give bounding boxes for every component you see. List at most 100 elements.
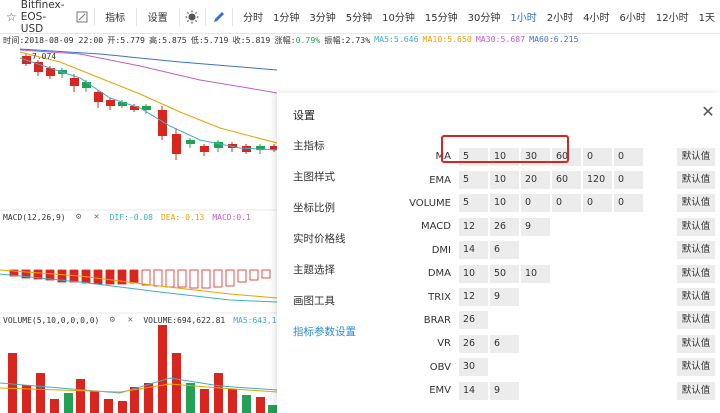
reset-default-button[interactable]: 默认值 [677, 334, 715, 353]
reset-default-button[interactable]: 默认值 [677, 311, 715, 330]
settings-menu-item[interactable]: 指标参数设置 [293, 325, 356, 356]
param-input[interactable]: 0 [614, 194, 643, 213]
settings-menu-item[interactable]: 画图工具 [293, 294, 356, 325]
timeframe-tab[interactable]: 15分钟 [420, 9, 463, 24]
reset-default-button[interactable]: 默认值 [677, 217, 715, 236]
candle-body [142, 106, 151, 110]
theme-sun-icon[interactable] [185, 9, 199, 25]
param-row-label: VOLUME [409, 197, 451, 209]
settings-menu-item[interactable]: 主图样式 [293, 170, 356, 201]
volume-title: VOLUME(5,10,0,0,0,0) [3, 315, 100, 325]
param-input[interactable]: 9 [490, 288, 519, 307]
timeframe-tab[interactable]: 12小时 [651, 9, 694, 24]
timeframe-tab[interactable]: 2小时 [542, 9, 578, 24]
timeframe-tab[interactable]: 1分钟 [268, 9, 304, 24]
param-input[interactable]: 9 [490, 381, 519, 400]
param-input[interactable]: 30 [459, 358, 488, 377]
toolbar: ☆ Bitfinex-EOS-USD 指标 设置 分时 1分钟 3分钟 5分钟 10分钟… [0, 0, 720, 35]
reset-default-button[interactable]: 默认值 [677, 194, 715, 213]
param-input[interactable]: 10 [490, 171, 519, 190]
settings-menu-item[interactable]: 实时价格线 [293, 232, 356, 263]
param-input[interactable]: 14 [459, 381, 488, 400]
settings-button[interactable]: 设置 [143, 9, 173, 24]
param-row: TRIX 12 9 默认值 [397, 285, 718, 308]
timeframe-tab[interactable]: 分时 [238, 9, 268, 24]
param-input[interactable]: 50 [490, 264, 519, 283]
macd-bar [249, 269, 259, 281]
param-input[interactable]: 26 [459, 311, 488, 330]
timeframe-tab[interactable]: 5分钟 [341, 9, 377, 24]
star-icon[interactable]: ☆ [6, 10, 17, 24]
reset-default-button[interactable]: 默认值 [677, 288, 715, 307]
param-input[interactable]: 20 [521, 171, 550, 190]
volume-bar [158, 325, 167, 413]
param-input[interactable]: 14 [459, 241, 488, 260]
fullscreen-icon[interactable] [76, 9, 88, 25]
reset-default-button[interactable]: 默认值 [677, 264, 715, 283]
param-input[interactable]: 26 [490, 217, 519, 236]
param-input[interactable]: 0 [583, 194, 612, 213]
param-input[interactable]: 12 [459, 217, 488, 236]
param-input[interactable]: 0 [552, 194, 581, 213]
param-input[interactable]: 0 [521, 194, 550, 213]
param-input[interactable]: 12 [459, 288, 488, 307]
param-input[interactable]: 5 [459, 171, 488, 190]
param-input[interactable]: 9 [521, 217, 550, 236]
settings-menu-item[interactable]: 坐标比例 [293, 201, 356, 232]
timeframe-tab[interactable]: 6小时 [614, 9, 650, 24]
draw-pencil-icon[interactable] [212, 9, 226, 25]
info-ma60: MA60:6.215 [529, 34, 579, 44]
timeframe-tab[interactable]: 1小时 [505, 9, 541, 24]
volume-bar [186, 383, 195, 413]
param-input[interactable]: 0 [614, 147, 643, 166]
macd-bar [237, 269, 247, 283]
param-row-label: VR [437, 338, 451, 350]
param-row: EMA 5 10 20 60 120 0 默认值 [397, 168, 718, 191]
param-row: VR 26 6 默认值 [397, 332, 718, 355]
close-icon[interactable]: ✕ [92, 212, 102, 222]
ohlc-info-row: 时间:2018-08-09 22:00 开:5.779 高:5.875 低:5.… [0, 34, 578, 48]
param-row-label: EMV [429, 385, 451, 397]
param-input[interactable]: 5 [459, 194, 488, 213]
gear-icon[interactable]: ⚙ [107, 315, 117, 325]
timeframe-tab[interactable]: 1天 [694, 9, 720, 24]
param-row: EMV 14 9 默认值 [397, 379, 718, 402]
settings-menu-item[interactable]: 主指标 [293, 139, 356, 170]
close-icon[interactable]: ✕ [125, 315, 135, 325]
reset-default-button[interactable]: 默认值 [677, 358, 715, 377]
reset-default-button[interactable]: 默认值 [677, 147, 715, 166]
macd-bar [141, 269, 151, 286]
timeframe-tab[interactable]: 3分钟 [304, 9, 340, 24]
timeframe-tab[interactable]: 4小时 [578, 9, 614, 24]
param-input[interactable]: 0 [583, 147, 612, 166]
macd-bar [261, 269, 271, 279]
param-row-label: TRIX [428, 291, 451, 303]
info-change-value: 0.79% [295, 35, 321, 45]
settings-menu-item[interactable]: 主题选择 [293, 263, 356, 294]
reset-default-button[interactable]: 默认值 [677, 381, 715, 400]
param-input[interactable]: 26 [459, 334, 488, 353]
param-row: BRAR 26 默认值 [397, 309, 718, 332]
macd-bar [153, 269, 163, 287]
close-icon[interactable]: ✕ [700, 102, 716, 121]
timeframe-tab[interactable]: 30分钟 [463, 9, 506, 24]
param-input[interactable]: 0 [614, 171, 643, 190]
param-input[interactable]: 6 [490, 241, 519, 260]
indicator-button[interactable]: 指标 [100, 9, 130, 24]
panel-title: 设置 [293, 109, 315, 122]
volume-bar [200, 389, 209, 413]
reset-default-button[interactable]: 默认值 [677, 171, 715, 190]
candle-body [172, 134, 181, 154]
timeframe-tab[interactable]: 10分钟 [377, 9, 420, 24]
volume-bar [130, 387, 139, 413]
gear-icon[interactable]: ⚙ [74, 212, 84, 222]
param-input[interactable]: 10 [459, 264, 488, 283]
param-input[interactable]: 6 [490, 334, 519, 353]
param-input[interactable]: 10 [521, 264, 550, 283]
param-input[interactable]: 10 [490, 194, 519, 213]
param-input[interactable]: 120 [583, 171, 612, 190]
reset-default-button[interactable]: 默认值 [677, 241, 715, 260]
symbol-label[interactable]: Bitfinex-EOS-USD [21, 0, 66, 35]
candle-body [200, 146, 209, 152]
param-input[interactable]: 60 [552, 171, 581, 190]
